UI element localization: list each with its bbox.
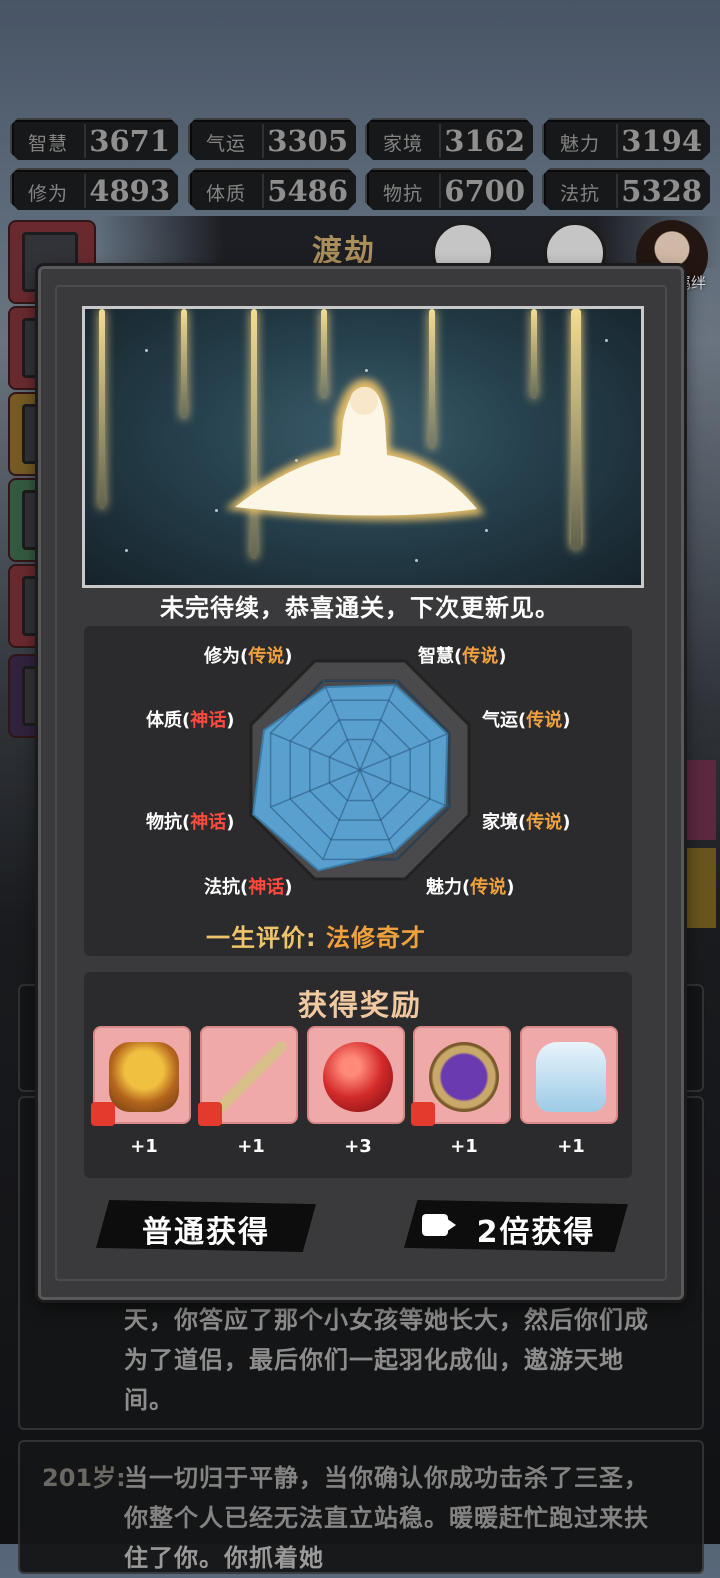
- fragment-icon: [91, 1102, 115, 1126]
- reward-slot[interactable]: +1: [520, 1026, 618, 1157]
- life-evaluation: 一生评价: 法修奇才: [206, 918, 426, 953]
- radar-label-constitution: 体质(神话): [146, 710, 235, 731]
- reward-slot[interactable]: +1: [91, 1026, 191, 1157]
- evaluation-label: 一生评价:: [206, 924, 317, 952]
- radar-label-luck: 气运(传说): [482, 710, 571, 731]
- robe-icon: [536, 1042, 606, 1112]
- evaluation-value: 法修奇才: [325, 924, 426, 952]
- double-claim-label: 2倍获得: [476, 1215, 596, 1250]
- normal-claim-button[interactable]: 普通获得: [96, 1200, 316, 1252]
- reward-slot[interactable]: +1: [198, 1026, 298, 1157]
- double-claim-button[interactable]: 2倍获得: [404, 1200, 628, 1252]
- radar-label-magic-resist: 法抗(神话): [204, 877, 293, 898]
- reward-count: +1: [450, 1136, 478, 1157]
- rewards-title: 获得奖励: [297, 988, 422, 1022]
- incense-burner-icon: [109, 1042, 179, 1112]
- meditating-immortal-figure: [225, 379, 485, 521]
- reward-count: +1: [130, 1136, 158, 1157]
- mirror-icon: [429, 1042, 499, 1112]
- attribute-panel: [84, 626, 632, 956]
- reward-count: +1: [557, 1136, 585, 1157]
- radar-label-family: 家境(传说): [482, 812, 571, 833]
- ascension-illustration: [82, 306, 644, 588]
- normal-claim-label: 普通获得: [142, 1215, 270, 1250]
- sword-icon: [216, 1042, 286, 1112]
- red-orb-icon: [323, 1042, 393, 1112]
- reward-slot[interactable]: +1: [411, 1026, 511, 1157]
- radar-label-cultivation: 修为(传说): [204, 646, 293, 667]
- reward-slot[interactable]: +3: [307, 1026, 405, 1157]
- reward-count: +1: [237, 1136, 265, 1157]
- reward-count: +3: [344, 1136, 372, 1157]
- radar-label-charm: 魅力(传说): [426, 877, 515, 898]
- fragment-icon: [411, 1102, 435, 1126]
- radar-label-physical-resist: 物抗(神话): [146, 812, 235, 833]
- ending-caption: 未完待续，恭喜通关，下次更新见。: [160, 594, 560, 622]
- radar-label-wisdom: 智慧(传说): [418, 646, 507, 667]
- fragment-icon: [198, 1102, 222, 1126]
